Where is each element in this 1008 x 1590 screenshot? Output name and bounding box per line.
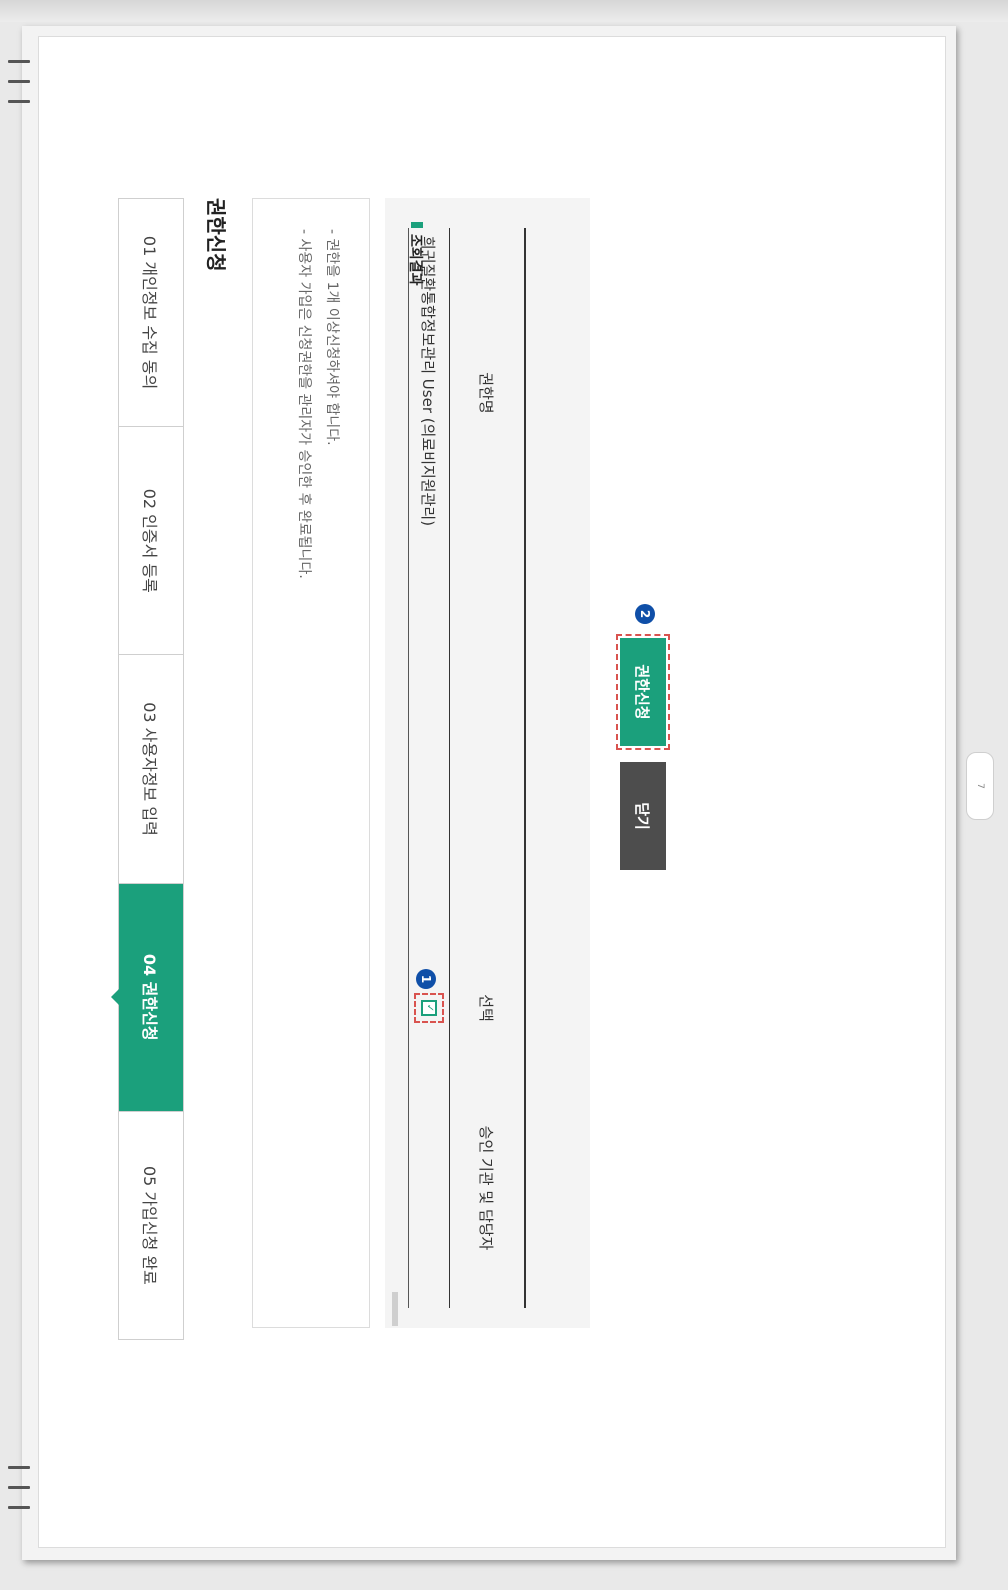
binder-ring [8,60,30,63]
step-complete: 05 가입신청 완료 [140,1165,159,1285]
signup-stepper: 01 개인정보 수집 동의 02 인증서 등록 03 사용자정보 입력 04 권… [118,198,184,1340]
permission-table: 권한명 선택 승인 기관 및 담당자 희귀질환통합정보관리 User (의료비지… [408,228,526,1308]
binder-ring [8,80,30,83]
step-permission-request: 04 권한신청 [119,883,183,1112]
table-header-row: 권한명 선택 승인 기관 및 담당자 [449,228,524,1308]
background-strip [0,0,1008,22]
notice-line: - 사용자 가입은 신청권한을 관리자가 승인한 후 완료됩니다. [296,229,312,579]
permission-name: 희귀질환통합정보관리 User (의료비지원관리) [419,228,440,558]
binder-ring [8,1486,30,1489]
column-header-select: 선택 [477,994,496,1022]
notice-line: - 권한을 1개 이상신청하셔야 합니다. [324,229,340,446]
permission-request-button[interactable]: 권한신청 [618,628,668,756]
permission-name-text: 희귀질환통합정보관리 [419,236,438,375]
step-consent: 01 개인정보 수집 동의 [119,199,183,428]
rotated-screen-content: 01 개인정보 수집 동의 02 인증서 등록 03 사용자정보 입력 04 권… [40,198,668,1358]
column-header-approver: 승인 기관 및 담당자 [477,1125,496,1251]
notice-box: - 권한을 1개 이상신청하셔야 합니다. - 사용자 가입은 신청권한을 관리… [252,198,370,1328]
table-row: 희귀질환통합정보관리 User (의료비지원관리) 1 ✓ [409,228,449,1308]
binder-ring [8,1466,30,1469]
binder-ring [8,1506,30,1509]
permission-role-text: User (의료비지원관리) [419,378,438,527]
page-number: 7 [974,783,985,789]
binder-ring [8,100,30,103]
page-number-tab: 7 [966,752,994,820]
step-user-info: 03 사용자정보 입력 [119,655,183,884]
close-button[interactable]: 닫기 [620,762,666,870]
step-badge-1: 1 [416,969,436,989]
scroll-indicator[interactable] [392,1292,398,1326]
step-certificate: 02 인증서 등록 [119,427,183,656]
select-cell: 1 ✓ [414,948,444,1068]
column-header-name: 권한명 [477,372,496,414]
checkbox-highlight: 1 ✓ [414,969,444,1023]
result-panel: 조회결과 권한명 선택 승인 기관 및 담당자 희귀질환통합정보관리 User … [385,198,590,1328]
action-bar: 2 권한신청 닫기 [594,198,668,1328]
step-badge-2: 2 [635,604,655,624]
page-title: 권한신청 [204,198,228,272]
permission-checkbox[interactable]: ✓ [421,1000,437,1016]
